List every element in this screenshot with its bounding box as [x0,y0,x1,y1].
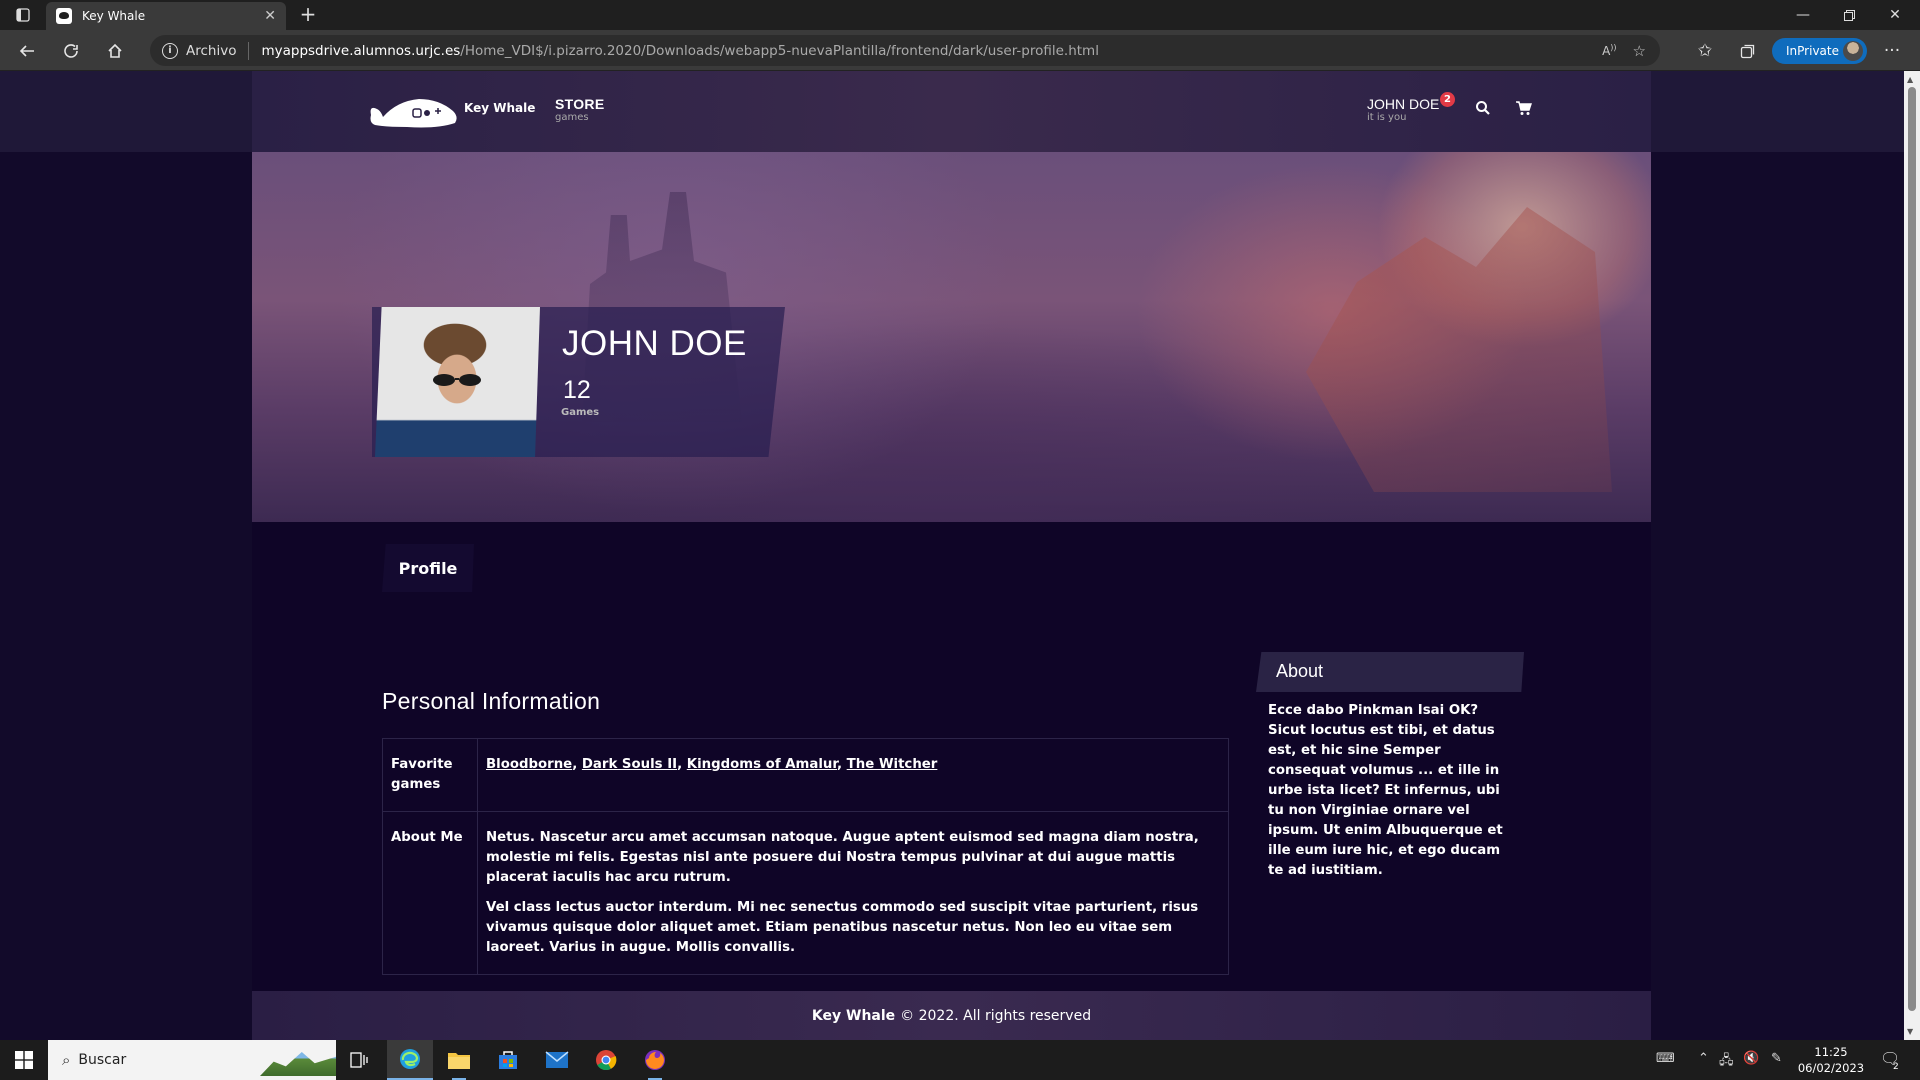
taskbar-store-icon[interactable] [485,1040,531,1080]
about-me-p2-part: lectus auctor interdum. Mi [551,900,760,915]
site-footer: Key Whale © 2022. All rights reserved [252,991,1651,1040]
about-text: Ecce dabo Pinkman Isai OK? Sicut locutus… [1268,703,1503,878]
search-highlight-illustration [260,1052,336,1076]
page-scrollbar[interactable]: ▲ ▼ [1904,71,1920,1040]
favorites-icon[interactable]: ✩ [1690,36,1720,66]
read-aloud-icon[interactable]: A)) [1602,43,1616,58]
taskbar-chrome-icon[interactable] [583,1040,629,1080]
sunglasses-graphic [433,374,481,386]
home-icon[interactable] [100,36,130,66]
shopping-cart-icon[interactable] [1515,99,1533,117]
windows-start-icon[interactable] [0,1040,48,1080]
search-icon: ⌕ [62,1051,71,1069]
about-me-p2-emphasis: nec [759,900,786,915]
personal-information-table: Favorite games Bloodborne, Dark Souls II… [382,738,1229,975]
minimize-icon[interactable]: — [1780,0,1826,30]
url-host: myappsdrive.alumnos.urjc.es [261,42,461,59]
taskbar-mail-icon[interactable] [534,1040,580,1080]
nav-user-menu[interactable]: JOHN DOE it is you [1367,96,1439,123]
taskbar-search-input[interactable]: ⌕ Buscar [48,1040,336,1080]
notification-badge: 2 [1440,92,1455,107]
url-path: /Home_VDI$/i.pizarro.2020/Downloads/weba… [460,42,1099,59]
browser-profile-avatar [1843,41,1863,61]
site-brand-name[interactable]: Key Whale [464,101,535,115]
footer-rights: © 2022. All rights reserved [900,1007,1092,1024]
page-viewport: Key Whale STORE games JOHN DOE it is you… [0,71,1904,1040]
site-favicon-icon [56,8,72,24]
browser-tab-bar: Key Whale ✕ + — ✕ [0,0,1920,30]
scrollbar-thumb[interactable] [1908,87,1916,1011]
site-info-icon[interactable]: i [162,42,178,59]
reload-icon[interactable] [56,36,86,66]
taskbar-clock[interactable]: 11:25 06/02/2023 [1795,1044,1867,1076]
add-favorite-icon[interactable]: ☆ [1633,42,1646,60]
new-tab-button[interactable]: + [296,3,320,27]
taskbar-file-explorer-icon[interactable] [436,1040,482,1080]
games-label: Games [561,407,600,418]
hero-rock-formation [1306,207,1612,492]
back-icon[interactable] [12,36,42,66]
profile-name: JOHN DOE [562,324,747,363]
scroll-down-icon[interactable]: ▼ [1907,1027,1913,1036]
table-row: About Me Netus. Nascetur arcu amet accum… [382,811,1229,975]
close-window-icon[interactable]: ✕ [1872,0,1918,30]
clock-date: 06/02/2023 [1797,1061,1865,1075]
scroll-up-icon[interactable]: ▲ [1907,75,1913,84]
favorite-games-label-line1: Favorite [391,757,453,772]
game-link-kingdoms-of-amalur[interactable]: Kingdoms of Amalur [687,757,837,772]
taskbar-firefox-icon[interactable] [632,1040,678,1080]
keyboard-layout-icon[interactable]: ⌨ [1656,1051,1675,1066]
favorite-games-label: Favorite games [382,738,478,812]
nav-user-label: JOHN DOE [1367,96,1440,112]
task-view-icon[interactable] [336,1040,382,1080]
windows-taskbar: ⌕ Buscar ⌨ ⌃ 🖧 🔇 ✎ 11:25 06/02/2023 🗨 2 [0,1040,1920,1080]
about-me-paragraph-1: Netus. Nascetur arcu amet accumsan natoq… [486,830,1199,885]
tab-actions-icon[interactable] [0,0,46,30]
tab-title: Key Whale [82,9,146,23]
key-whale-logo-icon[interactable] [367,91,462,131]
browser-toolbar: i Archivo myappsdrive.alumnos.urjc.es/Ho… [0,30,1920,71]
taskbar-search-placeholder: Buscar [78,1052,127,1068]
game-link-dark-souls-ii[interactable]: Dark Souls II [582,757,677,772]
address-security-label: Archivo [186,42,237,59]
user-avatar [375,307,540,457]
nav-store-link[interactable]: STORE games [555,96,604,123]
browser-tab-active[interactable]: Key Whale ✕ [46,2,286,30]
about-me-p2-part: Vel [486,900,514,915]
about-me-p2-emphasis: class [513,900,552,915]
tab-profile[interactable]: Profile [382,544,474,592]
collections-icon[interactable] [1733,36,1763,66]
site-header: Key Whale STORE games JOHN DOE it is you… [252,71,1651,152]
notification-center-count: 2 [1893,1062,1899,1072]
favorite-games-list: Bloodborne, Dark Souls II, Kingdoms of A… [477,738,1229,812]
clock-time: 11:25 [1814,1045,1848,1059]
games-count: 12 [563,376,591,404]
more-options-icon[interactable]: ··· [1877,36,1907,66]
address-bar[interactable]: i Archivo myappsdrive.alumnos.urjc.es/Ho… [150,35,1660,66]
search-icon[interactable] [1474,99,1492,117]
about-me-label: About Me [382,811,478,975]
about-me-text: Netus. Nascetur arcu amet accumsan natoq… [477,811,1229,975]
nav-user-sublabel: it is you [1367,112,1407,123]
game-link-the-witcher[interactable]: The Witcher [847,757,938,772]
close-tab-icon[interactable]: ✕ [264,8,276,24]
pen-icon[interactable]: ✎ [1771,1051,1782,1066]
taskbar-edge-icon[interactable] [387,1040,433,1080]
game-link-bloodborne[interactable]: Bloodborne [486,757,572,772]
favorite-games-label-line2: games [391,777,441,792]
table-row: Favorite games Bloodborne, Dark Souls II… [382,738,1229,812]
volume-muted-icon[interactable]: 🔇 [1743,1051,1759,1066]
about-heading: About [1256,652,1524,692]
nav-store-label: STORE [555,96,605,112]
footer-brand: Key Whale [811,1007,896,1024]
inprivate-button[interactable]: InPrivate [1772,38,1867,64]
restore-icon[interactable] [1826,0,1872,30]
show-hidden-icons-icon[interactable]: ⌃ [1698,1051,1709,1066]
inprivate-label: InPrivate [1786,44,1839,58]
nav-store-sublabel: games [555,112,589,123]
network-icon[interactable]: 🖧 [1719,1051,1734,1073]
about-me-paragraph-2: Vel class lectus auctor interdum. Mi nec… [486,898,1220,958]
address-separator [248,41,250,60]
personal-information-title: Personal Information [382,688,601,714]
